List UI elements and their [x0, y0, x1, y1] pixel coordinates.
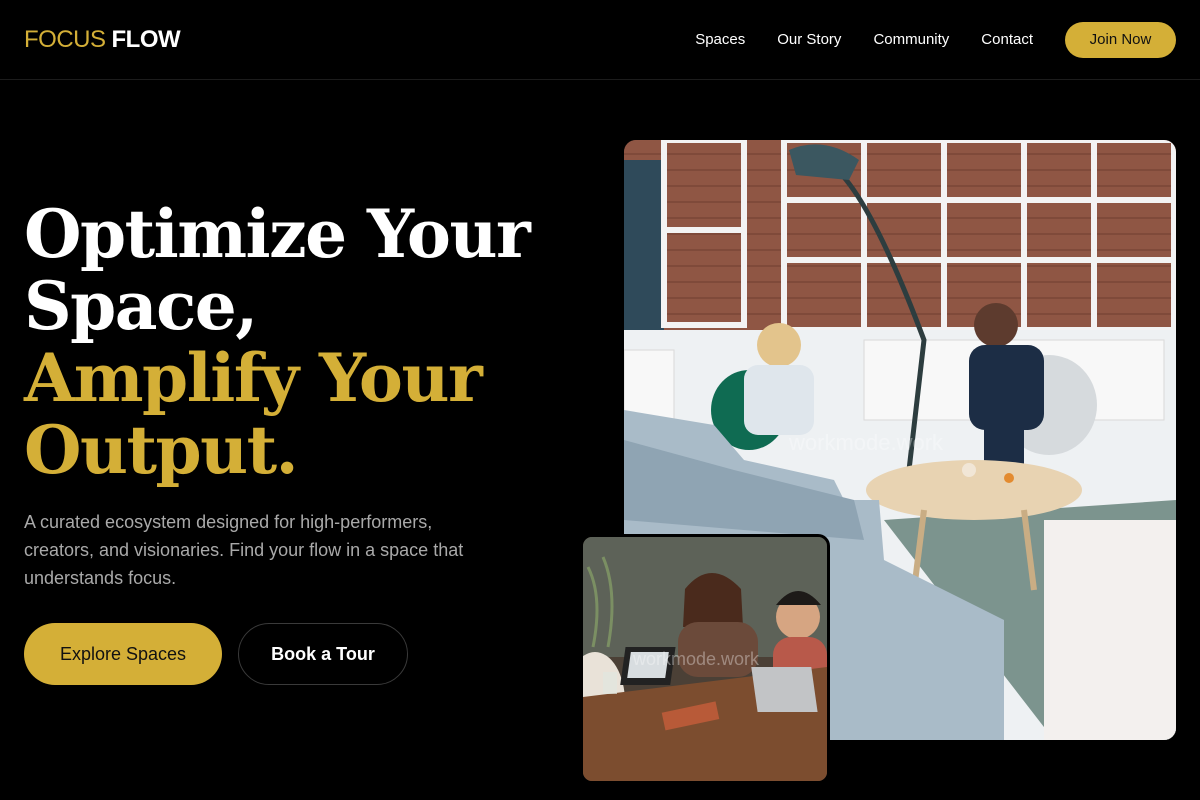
hero-subtitle: A curated ecosystem designed for high-pe… [24, 512, 464, 588]
logo-flow: FLOW [111, 25, 181, 53]
nav-our-story[interactable]: Our Story [777, 31, 841, 48]
book-tour-button[interactable]: Book a Tour [238, 623, 408, 685]
hero-cta-group: Explore Spaces Book a Tour [24, 623, 408, 685]
cafe-illustration: workmode.work [583, 537, 827, 781]
hero-title-line-2: Space, [24, 267, 258, 345]
explore-spaces-button[interactable]: Explore Spaces [24, 623, 222, 685]
hero-title: Optimize Your Space, Amplify Your Output… [24, 198, 584, 486]
main-photo-watermark: workmode.work [788, 430, 944, 455]
nav-contact[interactable]: Contact [981, 31, 1033, 48]
logo-focus: FOCUS [24, 25, 106, 53]
main-nav: Spaces Our Story Community Contact Join … [695, 21, 1176, 58]
hero-title-line-3: Amplify Your [24, 339, 483, 417]
secondary-photo-watermark: workmode.work [632, 649, 760, 669]
logo[interactable]: FOCUS FLOW [24, 25, 181, 54]
join-now-button[interactable]: Join Now [1065, 21, 1176, 58]
team-cafe-photo: workmode.work [580, 534, 830, 784]
nav-spaces[interactable]: Spaces [695, 31, 745, 48]
nav-community[interactable]: Community [873, 31, 949, 48]
site-header: FOCUS FLOW Spaces Our Story Community Co… [0, 0, 1200, 80]
hero-title-line-1: Optimize Your [24, 195, 531, 273]
hero-title-line-4: Output. [24, 411, 299, 489]
